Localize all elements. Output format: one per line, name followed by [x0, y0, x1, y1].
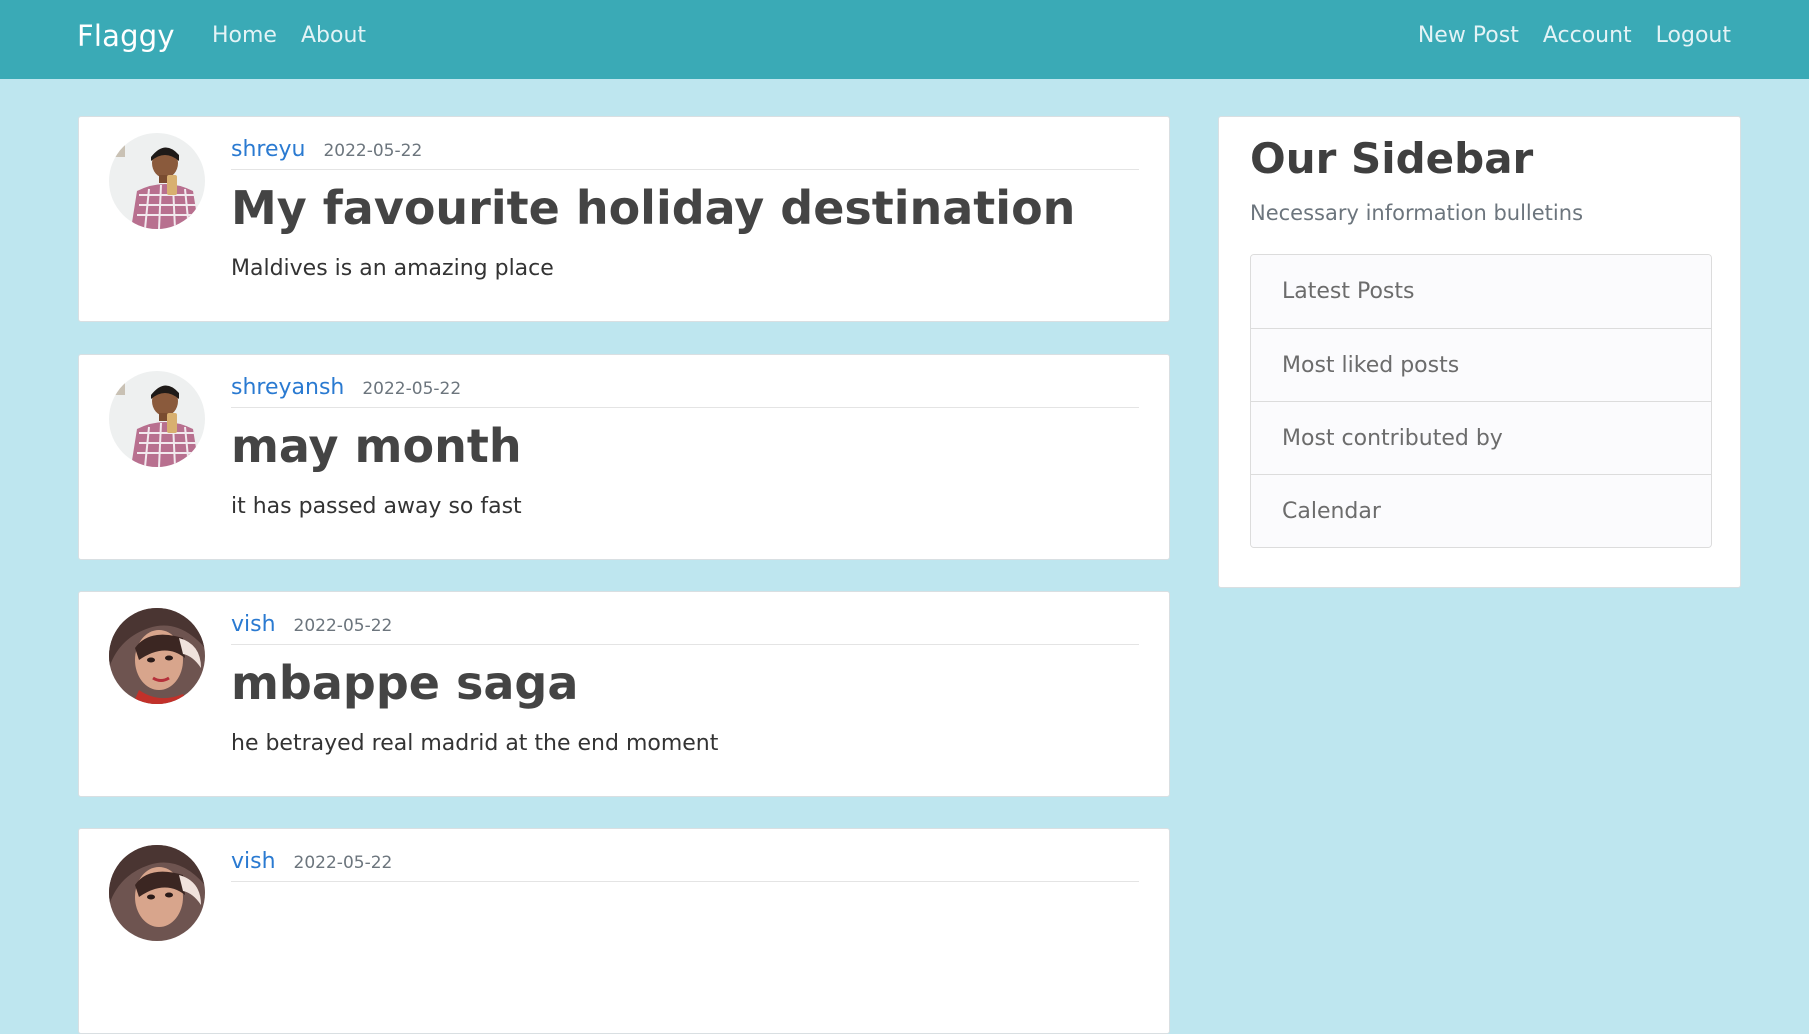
- post-meta: shreyansh 2022-05-22: [231, 375, 1139, 408]
- post-card: shreyu 2022-05-22 My favourite holiday d…: [78, 116, 1170, 322]
- nav-right-links: New Post Account Logout: [1418, 23, 1731, 48]
- sidebar-item-latest-posts[interactable]: Latest Posts: [1251, 255, 1711, 328]
- sidebar-item-calendar[interactable]: Calendar: [1251, 474, 1711, 547]
- user-avatar-man[interactable]: [109, 133, 205, 229]
- post-meta: vish 2022-05-22: [231, 849, 1139, 882]
- nav-new-post-link[interactable]: New Post: [1418, 23, 1519, 48]
- post-date: 2022-05-22: [293, 616, 393, 636]
- post-author-link[interactable]: shreyu: [231, 137, 305, 162]
- user-avatar-woman[interactable]: [109, 845, 205, 941]
- post-card: vish 2022-05-22 mbappe saga he betrayed …: [78, 591, 1170, 797]
- post-content: he betrayed real madrid at the end momen…: [231, 731, 719, 756]
- post-title[interactable]: mbappe saga: [231, 654, 578, 712]
- post-title[interactable]: may month: [231, 417, 522, 475]
- post-meta: shreyu 2022-05-22: [231, 137, 1139, 170]
- sidebar-item-most-liked-posts[interactable]: Most liked posts: [1251, 328, 1711, 401]
- post-author-link[interactable]: vish: [231, 612, 276, 637]
- post-author-link[interactable]: shreyansh: [231, 375, 344, 400]
- post-author-link[interactable]: vish: [231, 849, 276, 874]
- post-card: shreyansh 2022-05-22 may month it has pa…: [78, 354, 1170, 560]
- sidebar-title: Our Sidebar: [1250, 134, 1534, 183]
- sidebar-item-most-contributed-by[interactable]: Most contributed by: [1251, 401, 1711, 474]
- top-navbar: Flaggy Home About New Post Account Logou…: [0, 0, 1809, 79]
- sidebar-panel: Our Sidebar Necessary information bullet…: [1218, 116, 1741, 588]
- post-meta: vish 2022-05-22: [231, 612, 1139, 645]
- brand-logo[interactable]: Flaggy: [77, 19, 175, 53]
- sidebar-list: Latest Posts Most liked posts Most contr…: [1250, 254, 1712, 548]
- post-card: vish 2022-05-22: [78, 828, 1170, 1034]
- post-title[interactable]: My favourite holiday destination: [231, 179, 1075, 237]
- nav-account-link[interactable]: Account: [1543, 23, 1632, 48]
- sidebar-subtitle: Necessary information bulletins: [1250, 201, 1584, 225]
- post-date: 2022-05-22: [293, 853, 393, 873]
- post-date: 2022-05-22: [323, 141, 423, 161]
- post-date: 2022-05-22: [362, 379, 462, 399]
- nav-about-link[interactable]: About: [301, 23, 366, 48]
- nav-logout-link[interactable]: Logout: [1656, 23, 1731, 48]
- nav-home-link[interactable]: Home: [212, 23, 277, 48]
- user-avatar-man[interactable]: [109, 371, 205, 467]
- post-content: Maldives is an amazing place: [231, 256, 554, 281]
- user-avatar-woman[interactable]: [109, 608, 205, 704]
- nav-left-links: Home About: [212, 23, 366, 48]
- post-content: it has passed away so fast: [231, 494, 522, 519]
